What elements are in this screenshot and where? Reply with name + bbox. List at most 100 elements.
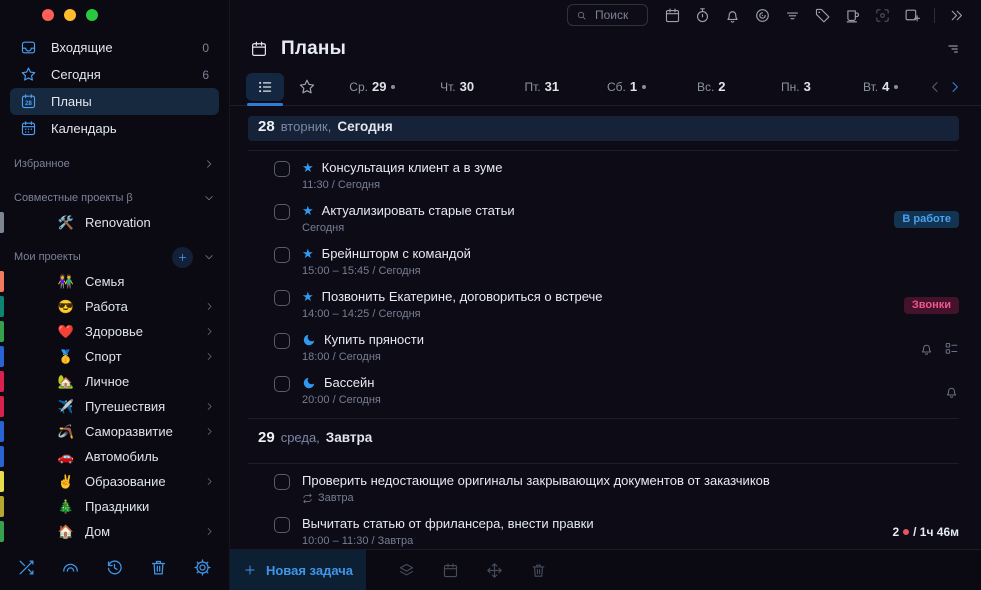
day-tab-29[interactable]: Ср.29 bbox=[330, 79, 415, 94]
project-item[interactable]: 👫Семья bbox=[0, 269, 229, 294]
task-checkbox[interactable] bbox=[274, 333, 290, 349]
day-abbr: Сб. bbox=[607, 80, 626, 94]
sort-filter-icon[interactable] bbox=[943, 40, 961, 58]
shuffle-icon[interactable] bbox=[17, 558, 36, 577]
sidebar-item-inbox[interactable]: Входящие0 bbox=[10, 34, 219, 61]
day-tab-1[interactable]: Сб.1 bbox=[584, 79, 669, 94]
shared-projects-label: Совместные проекты β bbox=[14, 192, 133, 204]
chevron-right-icon[interactable] bbox=[204, 326, 215, 337]
bottom-toolbar-icons bbox=[398, 562, 547, 579]
project-item[interactable]: 🛠️Renovation bbox=[0, 210, 229, 235]
task-checkbox[interactable] bbox=[274, 517, 290, 533]
star-icon bbox=[20, 66, 37, 83]
project-item[interactable]: 🥇Спорт bbox=[0, 344, 229, 369]
day-has-tasks-dot bbox=[642, 85, 646, 89]
day-number: 30 bbox=[460, 79, 474, 94]
task-title: Позвонить Екатерине, договориться о встр… bbox=[322, 289, 603, 304]
sidebar-item-calendar[interactable]: Календарь bbox=[10, 115, 219, 142]
chevron-down-icon[interactable] bbox=[203, 192, 215, 204]
disc-icon[interactable] bbox=[754, 7, 771, 24]
task-body[interactable]: ★Актуализировать старые статьиСегодня bbox=[302, 203, 894, 234]
bell-icon[interactable] bbox=[724, 7, 741, 24]
history-icon[interactable] bbox=[105, 558, 124, 577]
traffic-lights bbox=[42, 9, 98, 21]
calendar-icon[interactable] bbox=[442, 562, 459, 579]
task-body[interactable]: Купить пряности18:00 / Сегодня bbox=[302, 332, 919, 363]
day-tab-30[interactable]: Чт.30 bbox=[415, 79, 500, 94]
project-item[interactable]: ✈️Путешествия bbox=[0, 394, 229, 419]
project-item[interactable]: 🪃Саморазвитие bbox=[0, 419, 229, 444]
chevron-right-icon[interactable] bbox=[204, 301, 215, 312]
chevron-right-icon[interactable] bbox=[204, 351, 215, 362]
task-body[interactable]: ★Брейншторм с командой15:00 – 15:45 / Се… bbox=[302, 246, 959, 277]
scan-icon[interactable] bbox=[874, 7, 891, 24]
task-schedule: 11:30 / Сегодня bbox=[302, 179, 380, 191]
minimize-window-button[interactable] bbox=[64, 9, 76, 21]
day-tab-4[interactable]: Вт.4 bbox=[838, 79, 923, 94]
sidebar-item-plans[interactable]: 28Планы bbox=[10, 88, 219, 115]
project-item[interactable]: ❤️Здоровье bbox=[0, 319, 229, 344]
double-chevron-right-icon[interactable] bbox=[948, 7, 965, 24]
day-tab-3[interactable]: Пн.3 bbox=[754, 79, 839, 94]
chevron-right-icon[interactable] bbox=[204, 401, 215, 412]
project-label: Семья bbox=[85, 274, 124, 289]
project-item[interactable]: 🎄Праздники bbox=[0, 494, 229, 519]
sidebar-item-today[interactable]: Сегодня6 bbox=[10, 61, 219, 88]
project-item[interactable]: 🚗Автомобиль bbox=[0, 444, 229, 469]
new-task-button[interactable]: Новая задача bbox=[230, 550, 366, 590]
chevron-left-icon[interactable] bbox=[927, 79, 943, 95]
task-body[interactable]: ★Консультация клиент а в зуме11:30 / Сег… bbox=[302, 160, 959, 191]
tab-starred-view[interactable] bbox=[288, 73, 326, 101]
task-checkbox[interactable] bbox=[274, 376, 290, 392]
calendar-icon[interactable] bbox=[664, 7, 681, 24]
trash-icon[interactable] bbox=[149, 558, 168, 577]
sidebar-section-my-projects[interactable]: Мои проекты bbox=[0, 245, 229, 269]
move-icon[interactable] bbox=[486, 562, 503, 579]
task-body[interactable]: ★Позвонить Екатерине, договориться о вст… bbox=[302, 289, 904, 320]
arc-icon[interactable] bbox=[61, 558, 80, 577]
trash-icon[interactable] bbox=[530, 562, 547, 579]
tab-list-view[interactable] bbox=[246, 73, 284, 101]
chevron-right-icon[interactable] bbox=[204, 426, 215, 437]
tag-icon[interactable] bbox=[814, 7, 831, 24]
task-body[interactable]: Проверить недостающие оригиналы закрываю… bbox=[302, 473, 959, 504]
project-item[interactable]: 😎Работа bbox=[0, 294, 229, 319]
chevron-right-icon[interactable] bbox=[203, 158, 215, 170]
settings-icon[interactable] bbox=[193, 558, 212, 577]
project-color-strip bbox=[0, 471, 4, 492]
project-label: Личное bbox=[85, 374, 129, 389]
filter-icon[interactable] bbox=[784, 7, 801, 24]
project-item[interactable]: 🏡Личное bbox=[0, 369, 229, 394]
day-abbr: Вс. bbox=[697, 80, 714, 94]
search-input[interactable] bbox=[593, 7, 639, 23]
project-item[interactable]: 🏠Дом bbox=[0, 519, 229, 544]
task-body[interactable]: Бассейн20:00 / Сегодня bbox=[302, 375, 944, 406]
project-label: Автомобиль bbox=[85, 449, 159, 464]
chevron-down-icon[interactable] bbox=[203, 251, 215, 263]
section-day-number: 28 bbox=[258, 118, 275, 135]
stopwatch-icon[interactable] bbox=[694, 7, 711, 24]
task-body[interactable]: Вычитать статью от фрилансера, внести пр… bbox=[302, 516, 892, 547]
add-project-button[interactable] bbox=[172, 247, 193, 268]
task-checkbox[interactable] bbox=[274, 247, 290, 263]
calendar-num-icon: 28 bbox=[20, 93, 37, 110]
task-checkbox[interactable] bbox=[274, 474, 290, 490]
zoom-window-button[interactable] bbox=[86, 9, 98, 21]
search-box[interactable] bbox=[567, 4, 648, 26]
layers-icon[interactable] bbox=[398, 562, 415, 579]
day-tab-31[interactable]: Пт.31 bbox=[499, 79, 584, 94]
day-tab-2[interactable]: Вс.2 bbox=[669, 79, 754, 94]
mug-icon[interactable] bbox=[844, 7, 861, 24]
chevron-right-icon[interactable] bbox=[947, 79, 963, 95]
chevron-right-icon[interactable] bbox=[204, 476, 215, 487]
project-item[interactable]: ✌️Образование bbox=[0, 469, 229, 494]
close-window-button[interactable] bbox=[42, 9, 54, 21]
project-emoji-icon: 🪃 bbox=[56, 425, 76, 438]
task-checkbox[interactable] bbox=[274, 161, 290, 177]
task-checkbox[interactable] bbox=[274, 290, 290, 306]
sidebar-section-favorites[interactable]: Избранное bbox=[0, 152, 229, 176]
chevron-right-icon[interactable] bbox=[204, 526, 215, 537]
task-checkbox[interactable] bbox=[274, 204, 290, 220]
new-window-icon[interactable] bbox=[904, 7, 921, 24]
sidebar-section-shared-projects[interactable]: Совместные проекты β bbox=[0, 186, 229, 210]
